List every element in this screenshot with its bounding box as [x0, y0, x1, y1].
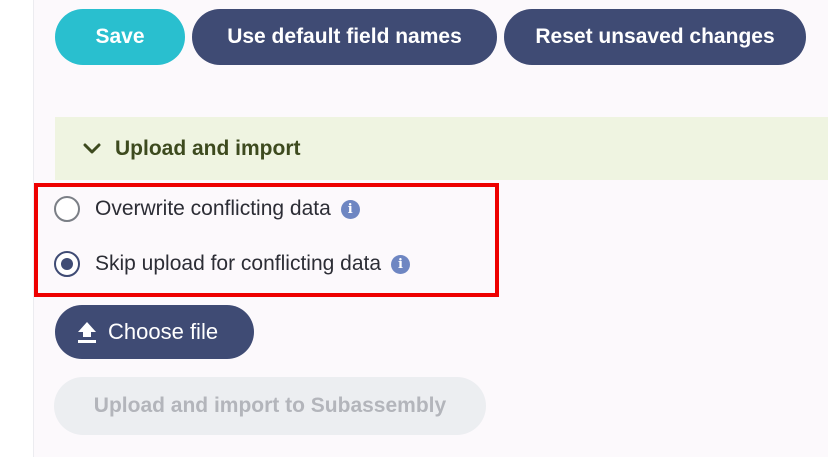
section-title: Upload and import	[115, 136, 301, 160]
overwrite-option[interactable]: Overwrite conflicting data i	[54, 196, 360, 222]
use-default-field-names-button[interactable]: Use default field names	[192, 9, 497, 65]
overwrite-radio[interactable]	[54, 196, 80, 222]
choose-file-button[interactable]: Choose file	[55, 305, 254, 359]
save-button[interactable]: Save	[55, 9, 185, 65]
skip-upload-radio[interactable]	[54, 251, 80, 277]
reset-unsaved-changes-button[interactable]: Reset unsaved changes	[504, 9, 806, 65]
left-rail	[0, 0, 34, 457]
skip-upload-option[interactable]: Skip upload for conflicting data i	[54, 251, 411, 277]
upload-icon	[78, 322, 96, 343]
upload-and-import-button[interactable]: Upload and import to Subassembly	[54, 377, 486, 435]
skip-upload-label: Skip upload for conflicting data	[95, 252, 382, 275]
info-icon[interactable]: i	[391, 254, 411, 274]
info-icon[interactable]: i	[340, 199, 360, 219]
overwrite-label: Overwrite conflicting data	[95, 197, 331, 220]
upload-and-import-section-header[interactable]: Upload and import	[55, 117, 828, 180]
chevron-down-icon	[81, 138, 103, 160]
choose-file-label: Choose file	[108, 319, 219, 344]
